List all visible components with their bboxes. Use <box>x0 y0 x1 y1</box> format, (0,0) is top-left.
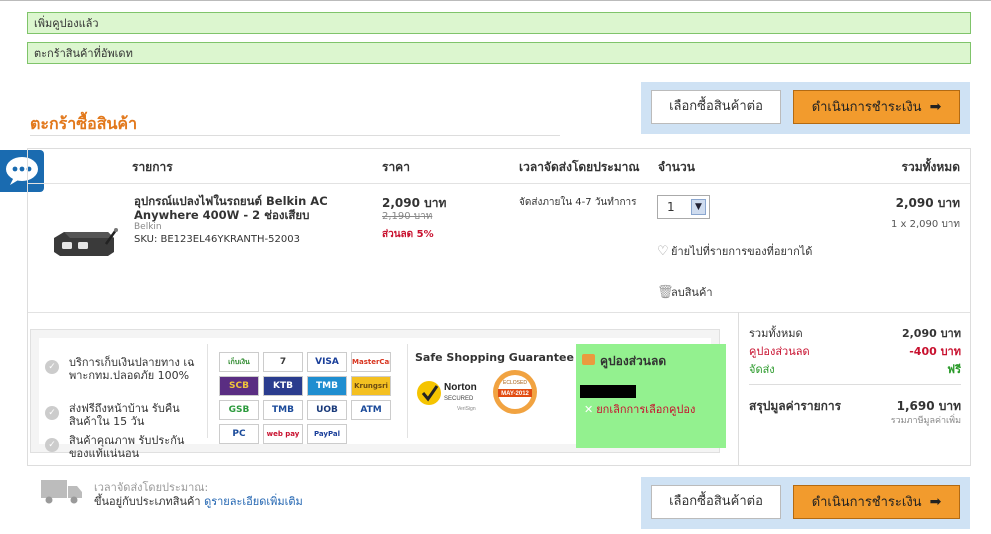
check-circle-icon: ✓ <box>45 406 59 420</box>
service-divider <box>207 344 208 438</box>
cancel-coupon-label: ยกเลิกการเลือกคูปอง <box>596 403 696 416</box>
header-quantity: จำนวน <box>658 160 695 174</box>
service-item: ✓ สินค้าคุณภาพ รับประกันของแท้แน่นอน <box>45 434 195 460</box>
eta-text: ขึ้นอยู่กับประเภทสินค้า ดูรายละเอียดเพิ่… <box>94 492 303 510</box>
coupon-added-message: เพิ่มคูปองแล้ว <box>27 12 971 34</box>
check-circle-icon: ✓ <box>45 438 59 452</box>
arrow-right-icon: ➡ <box>929 99 942 115</box>
payment-method-logo: PC <box>219 424 259 444</box>
header-price: ราคา <box>382 160 410 174</box>
top-border <box>0 0 991 4</box>
header-delivery: เวลาจัดส่งโดยประมาณ <box>519 160 640 174</box>
header-divider <box>28 183 970 184</box>
payment-method-logo: GSB <box>219 400 259 420</box>
svg-text:ECLOSED: ECLOSED <box>503 380 527 386</box>
product-sku: SKU: BE123EL46YKRANTH-52003 <box>134 234 300 245</box>
quantity-value: 1 <box>667 200 675 214</box>
remove-label: ลบสินค้า <box>671 286 713 299</box>
tag-icon <box>582 354 595 365</box>
wishlist-label: ย้ายไปที่รายการของที่อยากได้ <box>671 245 813 258</box>
header-item: รายการ <box>132 160 173 174</box>
line-total: 2,090 บาท <box>895 196 960 210</box>
payment-method-logo: TMB <box>307 376 347 396</box>
chevron-down-icon: ▼ <box>691 199 706 215</box>
payment-divider <box>407 344 408 438</box>
product-discount: ส่วนลด 5% <box>382 229 434 240</box>
payment-method-logo: ATM <box>351 400 391 420</box>
coupon-code-redacted <box>580 385 636 398</box>
eta-details-link[interactable]: ดูรายละเอียดเพิ่มเติม <box>204 495 303 508</box>
product-old-price: 2,190 บาท <box>382 211 433 222</box>
svg-text:VeriSign: VeriSign <box>457 406 476 412</box>
continue-shopping-button[interactable]: เลือกซื้อสินค้าต่อ <box>651 90 781 124</box>
service-item: ✓ บริการเก็บเงินปลายทาง เฉพาะกทม.ปลอดภัย … <box>45 356 195 382</box>
product-delivery: จัดส่งภายใน 4-7 วันทำการ <box>519 197 637 208</box>
top-button-bar: เลือกซื้อสินค้าต่อ ดำเนินการชำระเงิน ➡ <box>641 82 970 134</box>
truck-icon <box>41 480 82 504</box>
security-seal-badge: ECLOSED MAY-2012 <box>493 370 537 414</box>
payment-method-logo: web pay <box>263 424 303 444</box>
check-circle-icon: ✓ <box>45 360 59 374</box>
payment-method-logo: UOB <box>307 400 347 420</box>
payment-method-logo: KTB <box>263 376 303 396</box>
title-divider <box>30 135 560 136</box>
summary-divider <box>749 384 961 385</box>
continue-shopping-button[interactable]: เลือกซื้อสินค้าต่อ <box>651 485 781 519</box>
payment-method-logo: PayPal <box>307 424 347 444</box>
shipping-value: ฟรี <box>947 363 961 376</box>
cart-panel: รายการ ราคา เวลาจัดส่งโดยประมาณ จำนวน รว… <box>27 148 971 466</box>
vat-note: รวมภาษีมูลค่าเพิ่ม <box>890 416 961 426</box>
payment-method-logo: Krungsri <box>351 376 391 396</box>
checkout-label: ดำเนินการชำระเงิน <box>811 100 922 115</box>
order-summary: รวมทั้งหมด 2,090 บาท คูปองส่วนลด -400 บาท … <box>738 312 971 466</box>
heart-icon: ♡ <box>657 244 669 259</box>
svg-text:SECURED: SECURED <box>444 396 474 402</box>
bottom-button-bar: เลือกซื้อสินค้าต่อ ดำเนินการชำระเงิน ➡ <box>641 477 970 529</box>
subtotal-label: รวมทั้งหมด <box>749 327 803 340</box>
shipping-label: จัดส่ง <box>749 363 775 376</box>
coupon-title: คูปองส่วนลด <box>600 354 667 368</box>
trash-icon: 🗑 <box>657 285 674 300</box>
page-title: ตะกร้าซื้อสินค้า <box>30 114 138 133</box>
product-brand: Belkin <box>134 222 162 232</box>
payment-method-logo: SCB <box>219 376 259 396</box>
order-total-label: สรุปมูลค่ารายการ <box>749 399 842 413</box>
quantity-select[interactable]: 1 ▼ <box>657 195 710 219</box>
svg-text:MAY-2012: MAY-2012 <box>501 391 529 397</box>
payment-method-logo: VISA <box>307 352 347 372</box>
coupon-panel: คูปองส่วนลด ✕ ยกเลิกการเลือกคูปอง <box>576 344 726 448</box>
payment-method-logo: MasterCard <box>351 352 391 372</box>
payment-method-logo: 7 <box>263 352 303 372</box>
header-total: รวมทั้งหมด <box>901 160 960 174</box>
cart-updated-message: ตะกร้าสินค้าที่อัพเดท <box>27 42 971 64</box>
product-image[interactable] <box>50 224 118 260</box>
services-panel: ✓ บริการเก็บเงินปลายทาง เฉพาะกทม.ปลอดภัย … <box>30 329 726 460</box>
subtotal-value: 2,090 บาท <box>901 327 961 340</box>
checkout-label: ดำเนินการชำระเงิน <box>811 495 922 510</box>
arrow-right-icon: ➡ <box>929 494 942 510</box>
svg-text:Norton: Norton <box>444 382 477 393</box>
checkout-button[interactable]: ดำเนินการชำระเงิน ➡ <box>793 485 960 519</box>
line-total-detail: 1 x 2,090 บาท <box>891 219 960 230</box>
norton-secured-badge: Norton SECURED VeriSign <box>417 381 477 412</box>
eta-description: ขึ้นอยู่กับประเภทสินค้า <box>94 495 201 508</box>
services-inner: ✓ บริการเก็บเงินปลายทาง เฉพาะกทม.ปลอดภัย … <box>39 338 726 460</box>
product-name[interactable]: อุปกรณ์แปลงไฟในรถยนต์ Belkin AC Anywhere… <box>134 194 364 222</box>
cancel-coupon-link[interactable]: ✕ ยกเลิกการเลือกคูปอง <box>584 400 695 418</box>
move-to-wishlist-link[interactable]: ♡ ย้ายไปที่รายการของที่อยากได้ <box>657 244 827 260</box>
service-item: ✓ ส่งฟรีถึงหน้าบ้าน รับคืนสินค้าใน 15 วัน <box>45 402 195 428</box>
coupon-value: -400 บาท <box>909 345 961 358</box>
close-icon: ✕ <box>584 403 594 416</box>
payment-method-logo: เก็บเงินปลายทาง <box>219 352 259 372</box>
safe-shopping-title: Safe Shopping Guarantee <box>415 351 574 364</box>
checkout-button[interactable]: ดำเนินการชำระเงิน ➡ <box>793 90 960 124</box>
coupon-label: คูปองส่วนลด <box>749 345 810 358</box>
remove-item-link[interactable]: 🗑ลบสินค้า <box>657 283 713 301</box>
payment-method-logo: TMB <box>263 400 303 420</box>
